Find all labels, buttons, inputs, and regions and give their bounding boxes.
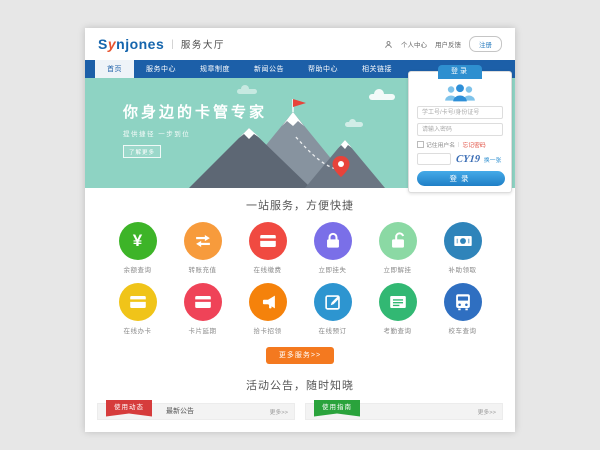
page: Synjones | 服务大厅 个人中心 用户反馈 注册 首页服务中心规章制度新… <box>85 28 515 432</box>
service-item-10[interactable]: 考勤查询 <box>365 283 430 335</box>
yuan-icon: ¥ <box>119 222 157 260</box>
panel-header-bar: 使用指南 更多>> <box>305 403 503 420</box>
panel-more-link[interactable]: 更多>> <box>270 407 288 416</box>
service-item-3[interactable]: 立即挂失 <box>300 222 365 274</box>
banknote-icon <box>444 222 482 260</box>
hero-cta-button[interactable]: 了解更多 <box>123 145 161 158</box>
transfer-icon <box>184 222 222 260</box>
login-panel: 登录 记住用户名 | 忘记密码 CY19 换一张 登 <box>408 71 512 193</box>
header: Synjones | 服务大厅 个人中心 用户反馈 注册 <box>85 28 515 60</box>
hero-text: 你身边的卡管专家 提供捷径 一步到位 了解更多 <box>123 101 267 159</box>
captcha-row: CY19 换一张 <box>417 153 503 165</box>
login-tab[interactable]: 登录 <box>438 65 482 79</box>
screen: Synjones | 服务大厅 个人中心 用户反馈 注册 首页服务中心规章制度新… <box>0 0 600 450</box>
panel-tab[interactable]: 最新公告 <box>166 406 194 416</box>
logo-accent: y <box>108 36 116 52</box>
logo[interactable]: Synjones | 服务大厅 <box>98 36 225 52</box>
personal-center-link[interactable]: 个人中心 <box>401 39 427 49</box>
service-item-1[interactable]: 转账充值 <box>170 222 235 274</box>
service-item-8[interactable]: 拾卡招领 <box>235 283 300 335</box>
header-right: 个人中心 用户反馈 注册 <box>384 36 502 52</box>
unlock-icon <box>379 222 417 260</box>
site-title: 服务大厅 <box>181 37 225 51</box>
services-title: 一站服务，方便快捷 <box>85 197 515 213</box>
megaphone-icon <box>249 283 287 321</box>
service-label: 拾卡招领 <box>235 325 300 335</box>
cloud <box>237 89 257 94</box>
captcha-input[interactable] <box>417 153 451 165</box>
login-submit-button[interactable]: 登录 <box>417 171 505 186</box>
logo-text: Synjones <box>98 36 164 52</box>
announcements-title: 活动公告，随时知晓 <box>85 377 515 393</box>
service-item-11[interactable]: 校车查询 <box>430 283 495 335</box>
card-icon <box>119 283 157 321</box>
nav-item-3[interactable]: 新闻公告 <box>242 60 296 78</box>
announce-panel-0: 使用动态 最新公告 更多>> <box>97 403 295 420</box>
nav-item-4[interactable]: 帮助中心 <box>296 60 350 78</box>
hero-subtitle: 提供捷径 一步到位 <box>123 128 267 138</box>
list-icon <box>379 283 417 321</box>
service-label: 立即挂失 <box>300 264 365 274</box>
services-grid: ¥ 余额查询转账充值在线缴费立即挂失立即解挂补助领取在线办卡卡片延期拾卡招领在线预… <box>85 213 515 335</box>
forgot-password-link[interactable]: 忘记密码 <box>463 140 486 149</box>
service-label: 在线办卡 <box>105 325 170 335</box>
captcha-refresh-link[interactable]: 换一张 <box>484 155 501 164</box>
service-item-2[interactable]: 在线缴费 <box>235 222 300 274</box>
service-item-6[interactable]: 在线办卡 <box>105 283 170 335</box>
bus-icon <box>444 283 482 321</box>
card-icon <box>184 283 222 321</box>
separator: | <box>458 142 460 148</box>
service-label: 转账充值 <box>170 264 235 274</box>
service-item-4[interactable]: 立即解挂 <box>365 222 430 274</box>
panel-ribbon-tab[interactable]: 使用动态 <box>106 400 152 417</box>
nav-item-5[interactable]: 相关链接 <box>350 60 404 78</box>
service-item-0[interactable]: ¥ 余额查询 <box>105 222 170 274</box>
service-label: 余额查询 <box>105 264 170 274</box>
service-item-5[interactable]: 补助领取 <box>430 222 495 274</box>
service-label: 考勤查询 <box>365 325 430 335</box>
person-icon <box>384 40 393 49</box>
announce-panel-1: 使用指南 更多>> <box>305 403 503 420</box>
hero-title: 你身边的卡管专家 <box>123 101 267 122</box>
users-icon <box>443 83 477 102</box>
remember-label: 记住用户名 <box>426 140 455 149</box>
service-label: 校车查询 <box>430 325 495 335</box>
lock-icon <box>314 222 352 260</box>
service-label: 在线缴费 <box>235 264 300 274</box>
password-input[interactable] <box>417 123 503 136</box>
service-label: 立即解挂 <box>365 264 430 274</box>
logo-divider: | <box>171 39 174 50</box>
services-section: 一站服务，方便快捷 ¥ 余额查询转账充值在线缴费立即挂失立即解挂补助领取在线办卡卡… <box>85 188 515 364</box>
panel-more-link[interactable]: 更多>> <box>478 407 496 416</box>
service-label: 补助领取 <box>430 264 495 274</box>
announcements-section: 活动公告，随时知晓 使用动态 最新公告 更多>> 使用指南 更多>> <box>85 377 515 420</box>
service-label: 卡片延期 <box>170 325 235 335</box>
more-services-wrap: 更多服务>> <box>85 344 515 364</box>
username-input[interactable] <box>417 106 503 119</box>
remember-checkbox[interactable] <box>417 141 424 148</box>
panel-ribbon-tab[interactable]: 使用指南 <box>314 400 360 417</box>
nav-item-0[interactable]: 首页 <box>95 60 134 78</box>
remember-row: 记住用户名 | 忘记密码 <box>417 140 503 149</box>
nav-item-1[interactable]: 服务中心 <box>134 60 188 78</box>
service-item-9[interactable]: 在线预订 <box>300 283 365 335</box>
edit-icon <box>314 283 352 321</box>
service-item-7[interactable]: 卡片延期 <box>170 283 235 335</box>
nav-item-2[interactable]: 规章制度 <box>188 60 242 78</box>
service-label: 在线预订 <box>300 325 365 335</box>
card-icon <box>249 222 287 260</box>
announce-panels: 使用动态 最新公告 更多>> 使用指南 更多>> <box>85 403 515 420</box>
more-services-button[interactable]: 更多服务>> <box>266 347 334 364</box>
user-feedback-link[interactable]: 用户反馈 <box>435 39 461 49</box>
register-button[interactable]: 注册 <box>469 36 502 52</box>
panel-header-bar: 使用动态 最新公告 更多>> <box>97 403 295 420</box>
captcha-image[interactable]: CY19 <box>455 154 480 165</box>
